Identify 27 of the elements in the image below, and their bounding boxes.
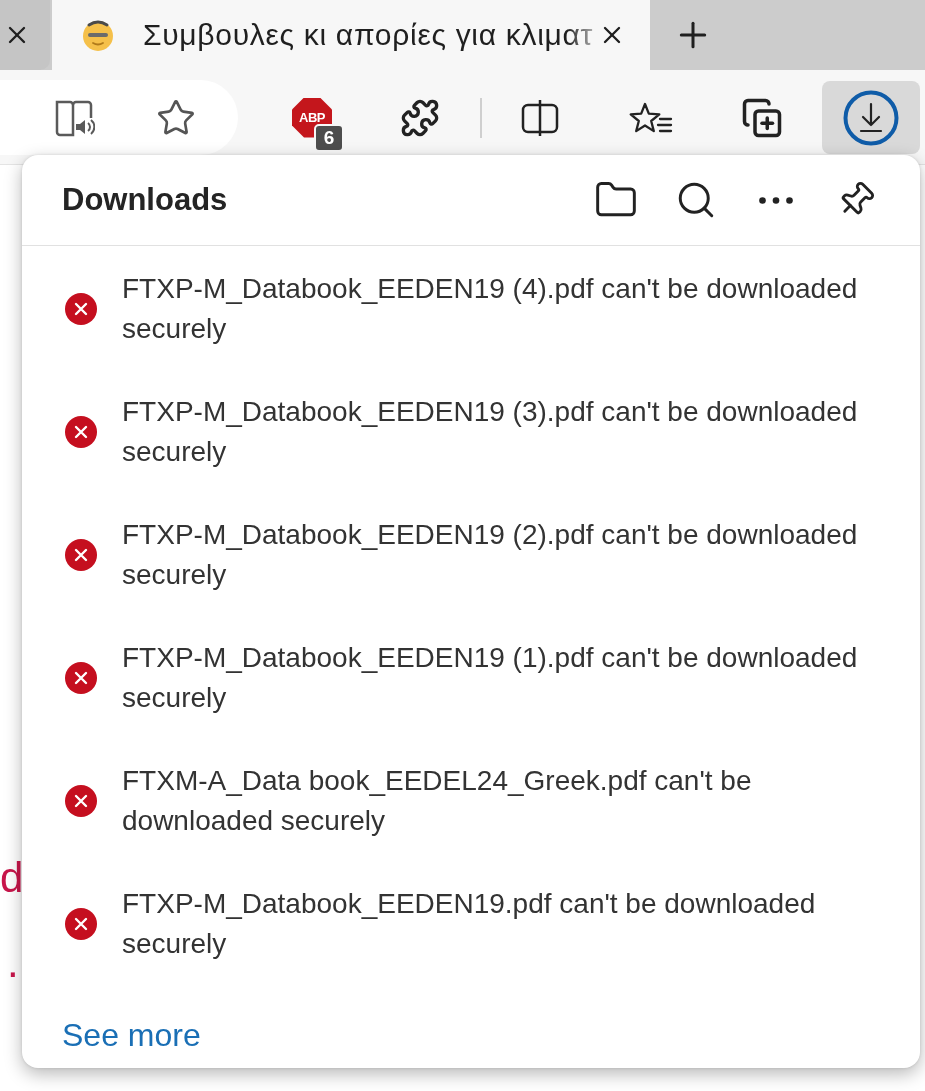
downloads-button[interactable] bbox=[822, 81, 920, 154]
download-message: FTXP-M_Databook_EEDEN19.pdf can't be downloaded securely bbox=[122, 887, 817, 961]
puzzle-icon[interactable] bbox=[400, 97, 440, 138]
download-message: FTXP-M_Databook_EEDEN19 (2).pdf can't be downloaded securely bbox=[122, 518, 859, 592]
download-message: FTXP-M_Databook_EEDEN19 (4).pdf can't be downloaded securely bbox=[122, 272, 859, 346]
download-message: FTXP-M_Databook_EEDEN19 (1).pdf can't be downloaded securely bbox=[122, 641, 859, 715]
panel-title: Downloads bbox=[62, 182, 228, 218]
error-icon bbox=[65, 662, 97, 694]
download-message: FTXM-A_Data book_EEDEL24_Greek.pdf can't be downloaded securely bbox=[122, 764, 753, 838]
see-more-link[interactable]: See more bbox=[62, 1015, 201, 1055]
count-badge: 6 bbox=[314, 123, 344, 152]
error-icon bbox=[65, 416, 97, 448]
squares-plus-icon[interactable] bbox=[741, 96, 783, 139]
split-screen-icon[interactable] bbox=[520, 97, 560, 138]
error-icon bbox=[65, 293, 97, 325]
error-icon bbox=[65, 785, 97, 817]
page-text: d bbox=[0, 857, 24, 899]
page-text: . bbox=[7, 942, 19, 984]
browser-tab[interactable]: Συμβουλες κι απορίες για κλιματ bbox=[52, 0, 650, 70]
address-bar[interactable] bbox=[0, 80, 238, 155]
download-icon bbox=[843, 89, 899, 146]
smiley-icon bbox=[81, 18, 115, 52]
more-icon bbox=[759, 196, 793, 204]
browser-tab[interactable] bbox=[0, 0, 50, 70]
error-icon bbox=[65, 908, 97, 940]
error-icon bbox=[65, 539, 97, 571]
download-message: FTXP-M_Databook_EEDEN19 (3).pdf can't be downloaded securely bbox=[122, 395, 859, 469]
